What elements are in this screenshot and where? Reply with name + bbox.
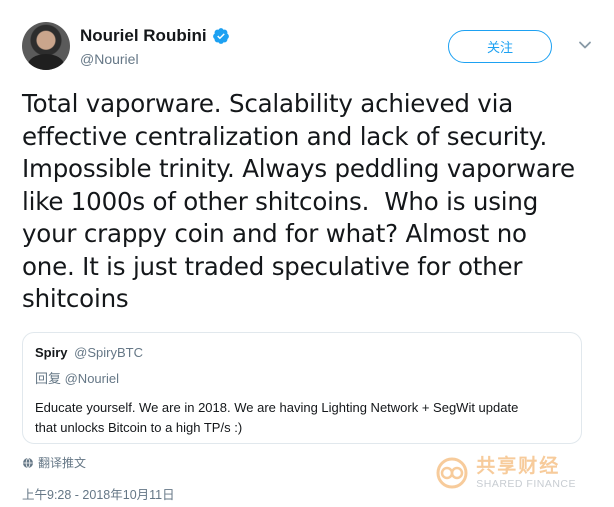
author-name-block[interactable]: Nouriel Roubini @Nouriel [80,26,230,67]
quoted-author-name: Spiry [35,345,68,360]
chevron-down-icon[interactable] [578,38,592,52]
author-avatar[interactable] [22,22,70,70]
watermark-text-en: SHARED FINANCE [476,478,576,490]
follow-button[interactable]: 关注 [448,30,552,63]
quoted-reply-to: 回复 @Nouriel [35,371,119,386]
verified-badge-icon [212,28,229,44]
shared-finance-logo-icon [436,457,468,489]
tweet-text: Total vaporware. Scalability achieved vi… [22,89,575,313]
translate-label[interactable]: 翻译推文 [38,454,86,471]
quoted-tweet[interactable]: Spiry @SpiryBTC 回复 @Nouriel Educate your… [22,332,582,444]
author-handle[interactable]: @Nouriel [80,51,230,67]
quoted-author-handle: @SpiryBTC [74,345,143,360]
translate-tweet-link[interactable]: 翻译推文 [22,454,86,471]
tweet-header: Nouriel Roubini @Nouriel 关注 [22,20,592,76]
quoted-tweet-text: Educate yourself. We are in 2018. We are… [35,400,519,435]
watermark-text: 共享财经 SHARED FINANCE [476,456,576,490]
globe-icon [23,457,33,468]
author-display-name-row[interactable]: Nouriel Roubini [80,26,230,46]
author-display-name[interactable]: Nouriel Roubini [80,26,207,46]
watermark: 共享财经 SHARED FINANCE [434,456,576,490]
quoted-author-row: Spiry @SpiryBTC [35,345,569,360]
watermark-text-cn: 共享财经 [476,456,561,477]
tweet-timestamp[interactable]: 上午9:28 - 2018年10月11日 [22,484,175,503]
